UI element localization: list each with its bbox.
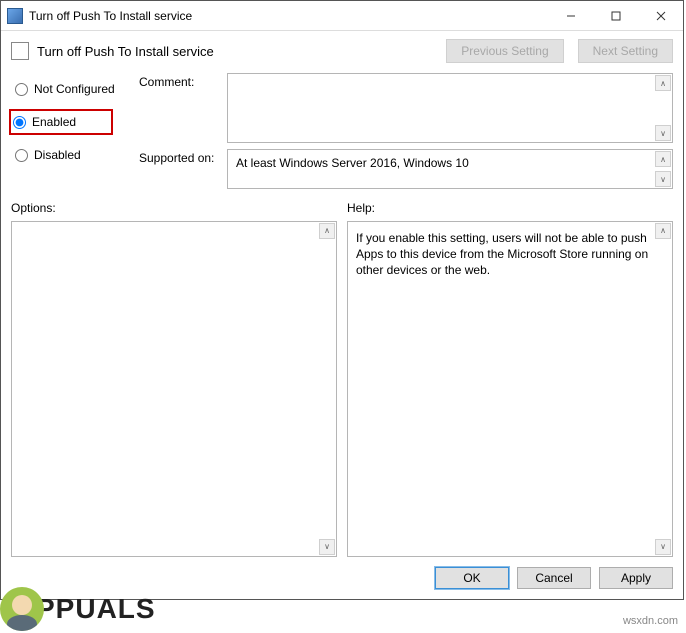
scroll-down-icon[interactable]: ∨ xyxy=(655,539,671,555)
scroll-down-icon[interactable]: ∨ xyxy=(655,125,671,141)
help-label: Help: xyxy=(347,201,673,215)
comment-row: Comment: ∧ ∨ xyxy=(139,73,673,143)
header: Turn off Push To Install service Previou… xyxy=(1,31,683,73)
supported-row: Supported on: At least Windows Server 20… xyxy=(139,149,673,189)
policy-icon xyxy=(11,42,29,60)
avatar-icon xyxy=(0,587,44,631)
scroll-up-icon[interactable]: ∧ xyxy=(655,151,671,167)
state-radios: Not Configured Enabled Disabled xyxy=(11,73,121,189)
previous-setting-button[interactable]: Previous Setting xyxy=(446,39,563,63)
radio-not-configured-input[interactable] xyxy=(15,83,28,96)
comment-textarea[interactable]: ∧ ∨ xyxy=(227,73,673,143)
gpedit-dialog: Turn off Push To Install service Turn of… xyxy=(0,0,684,600)
scroll-down-icon[interactable]: ∨ xyxy=(319,539,335,555)
radio-not-configured-label: Not Configured xyxy=(34,82,115,96)
window-controls xyxy=(548,1,683,30)
next-setting-button[interactable]: Next Setting xyxy=(578,39,673,63)
radio-disabled-label: Disabled xyxy=(34,148,81,162)
radio-disabled[interactable]: Disabled xyxy=(11,145,121,165)
window-title: Turn off Push To Install service xyxy=(29,9,548,23)
lower-panels: ∧ ∨ If you enable this setting, users wi… xyxy=(1,219,683,557)
titlebar: Turn off Push To Install service xyxy=(1,1,683,31)
scroll-up-icon[interactable]: ∧ xyxy=(655,223,671,239)
maximize-button[interactable] xyxy=(593,1,638,30)
watermark-brand: PPUALS xyxy=(0,587,156,631)
options-label: Options: xyxy=(11,201,337,215)
radio-enabled-input[interactable] xyxy=(13,116,26,129)
comment-label: Comment: xyxy=(139,73,219,143)
watermark-site: wsxdn.com xyxy=(623,615,678,627)
scroll-up-icon[interactable]: ∧ xyxy=(319,223,335,239)
help-text: If you enable this setting, users will n… xyxy=(356,231,648,277)
radio-disabled-input[interactable] xyxy=(15,149,28,162)
supported-label: Supported on: xyxy=(139,149,219,189)
setting-icon xyxy=(7,8,23,24)
scroll-up-icon[interactable]: ∧ xyxy=(655,75,671,91)
radio-enabled-label: Enabled xyxy=(32,115,76,129)
radio-enabled[interactable]: Enabled xyxy=(9,109,113,135)
cancel-button[interactable]: Cancel xyxy=(517,567,591,589)
minimize-button[interactable] xyxy=(548,1,593,30)
fields-column: Comment: ∧ ∨ Supported on: At least Wind… xyxy=(139,73,673,189)
help-panel[interactable]: If you enable this setting, users will n… xyxy=(347,221,673,557)
close-button[interactable] xyxy=(638,1,683,30)
scroll-down-icon[interactable]: ∨ xyxy=(655,171,671,187)
section-labels: Options: Help: xyxy=(1,189,683,219)
upper-content: Not Configured Enabled Disabled Comment:… xyxy=(1,73,683,189)
supported-value: At least Windows Server 2016, Windows 10 xyxy=(236,156,469,170)
options-panel[interactable]: ∧ ∨ xyxy=(11,221,337,557)
policy-title: Turn off Push To Install service xyxy=(37,44,432,59)
ok-button[interactable]: OK xyxy=(435,567,509,589)
supported-textarea: At least Windows Server 2016, Windows 10… xyxy=(227,149,673,189)
apply-button[interactable]: Apply xyxy=(599,567,673,589)
radio-not-configured[interactable]: Not Configured xyxy=(11,79,121,99)
watermark-brand-text: PPUALS xyxy=(36,593,156,625)
